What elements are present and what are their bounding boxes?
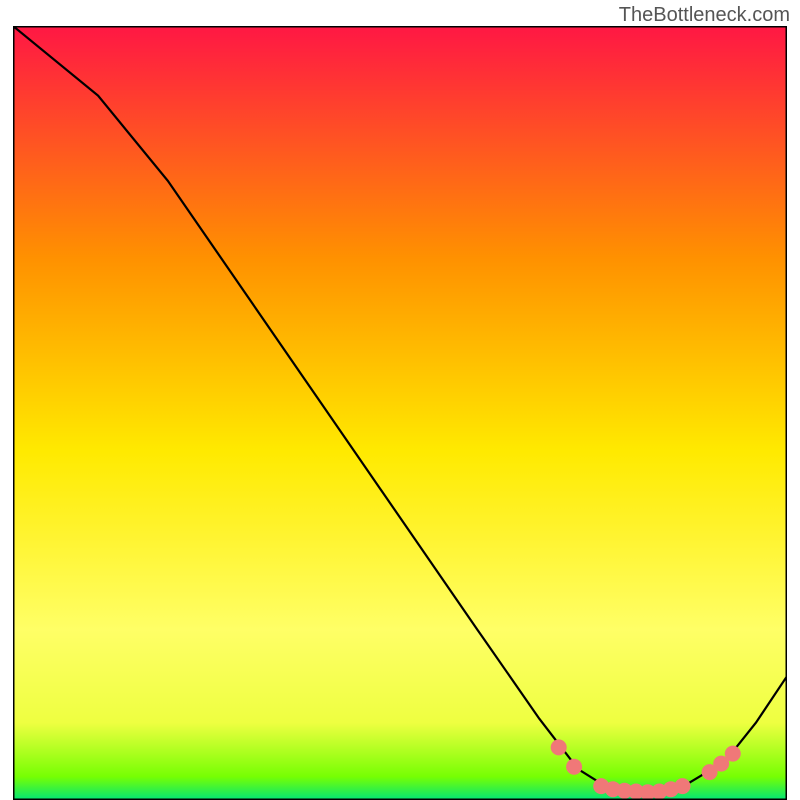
- data-marker: [566, 759, 582, 775]
- data-marker: [551, 739, 567, 755]
- attribution-text: TheBottleneck.com: [619, 4, 790, 27]
- gradient-background: [13, 26, 787, 800]
- data-marker: [675, 778, 691, 794]
- data-marker: [725, 746, 741, 762]
- chart-svg: [13, 26, 787, 800]
- chart-area: [13, 26, 787, 800]
